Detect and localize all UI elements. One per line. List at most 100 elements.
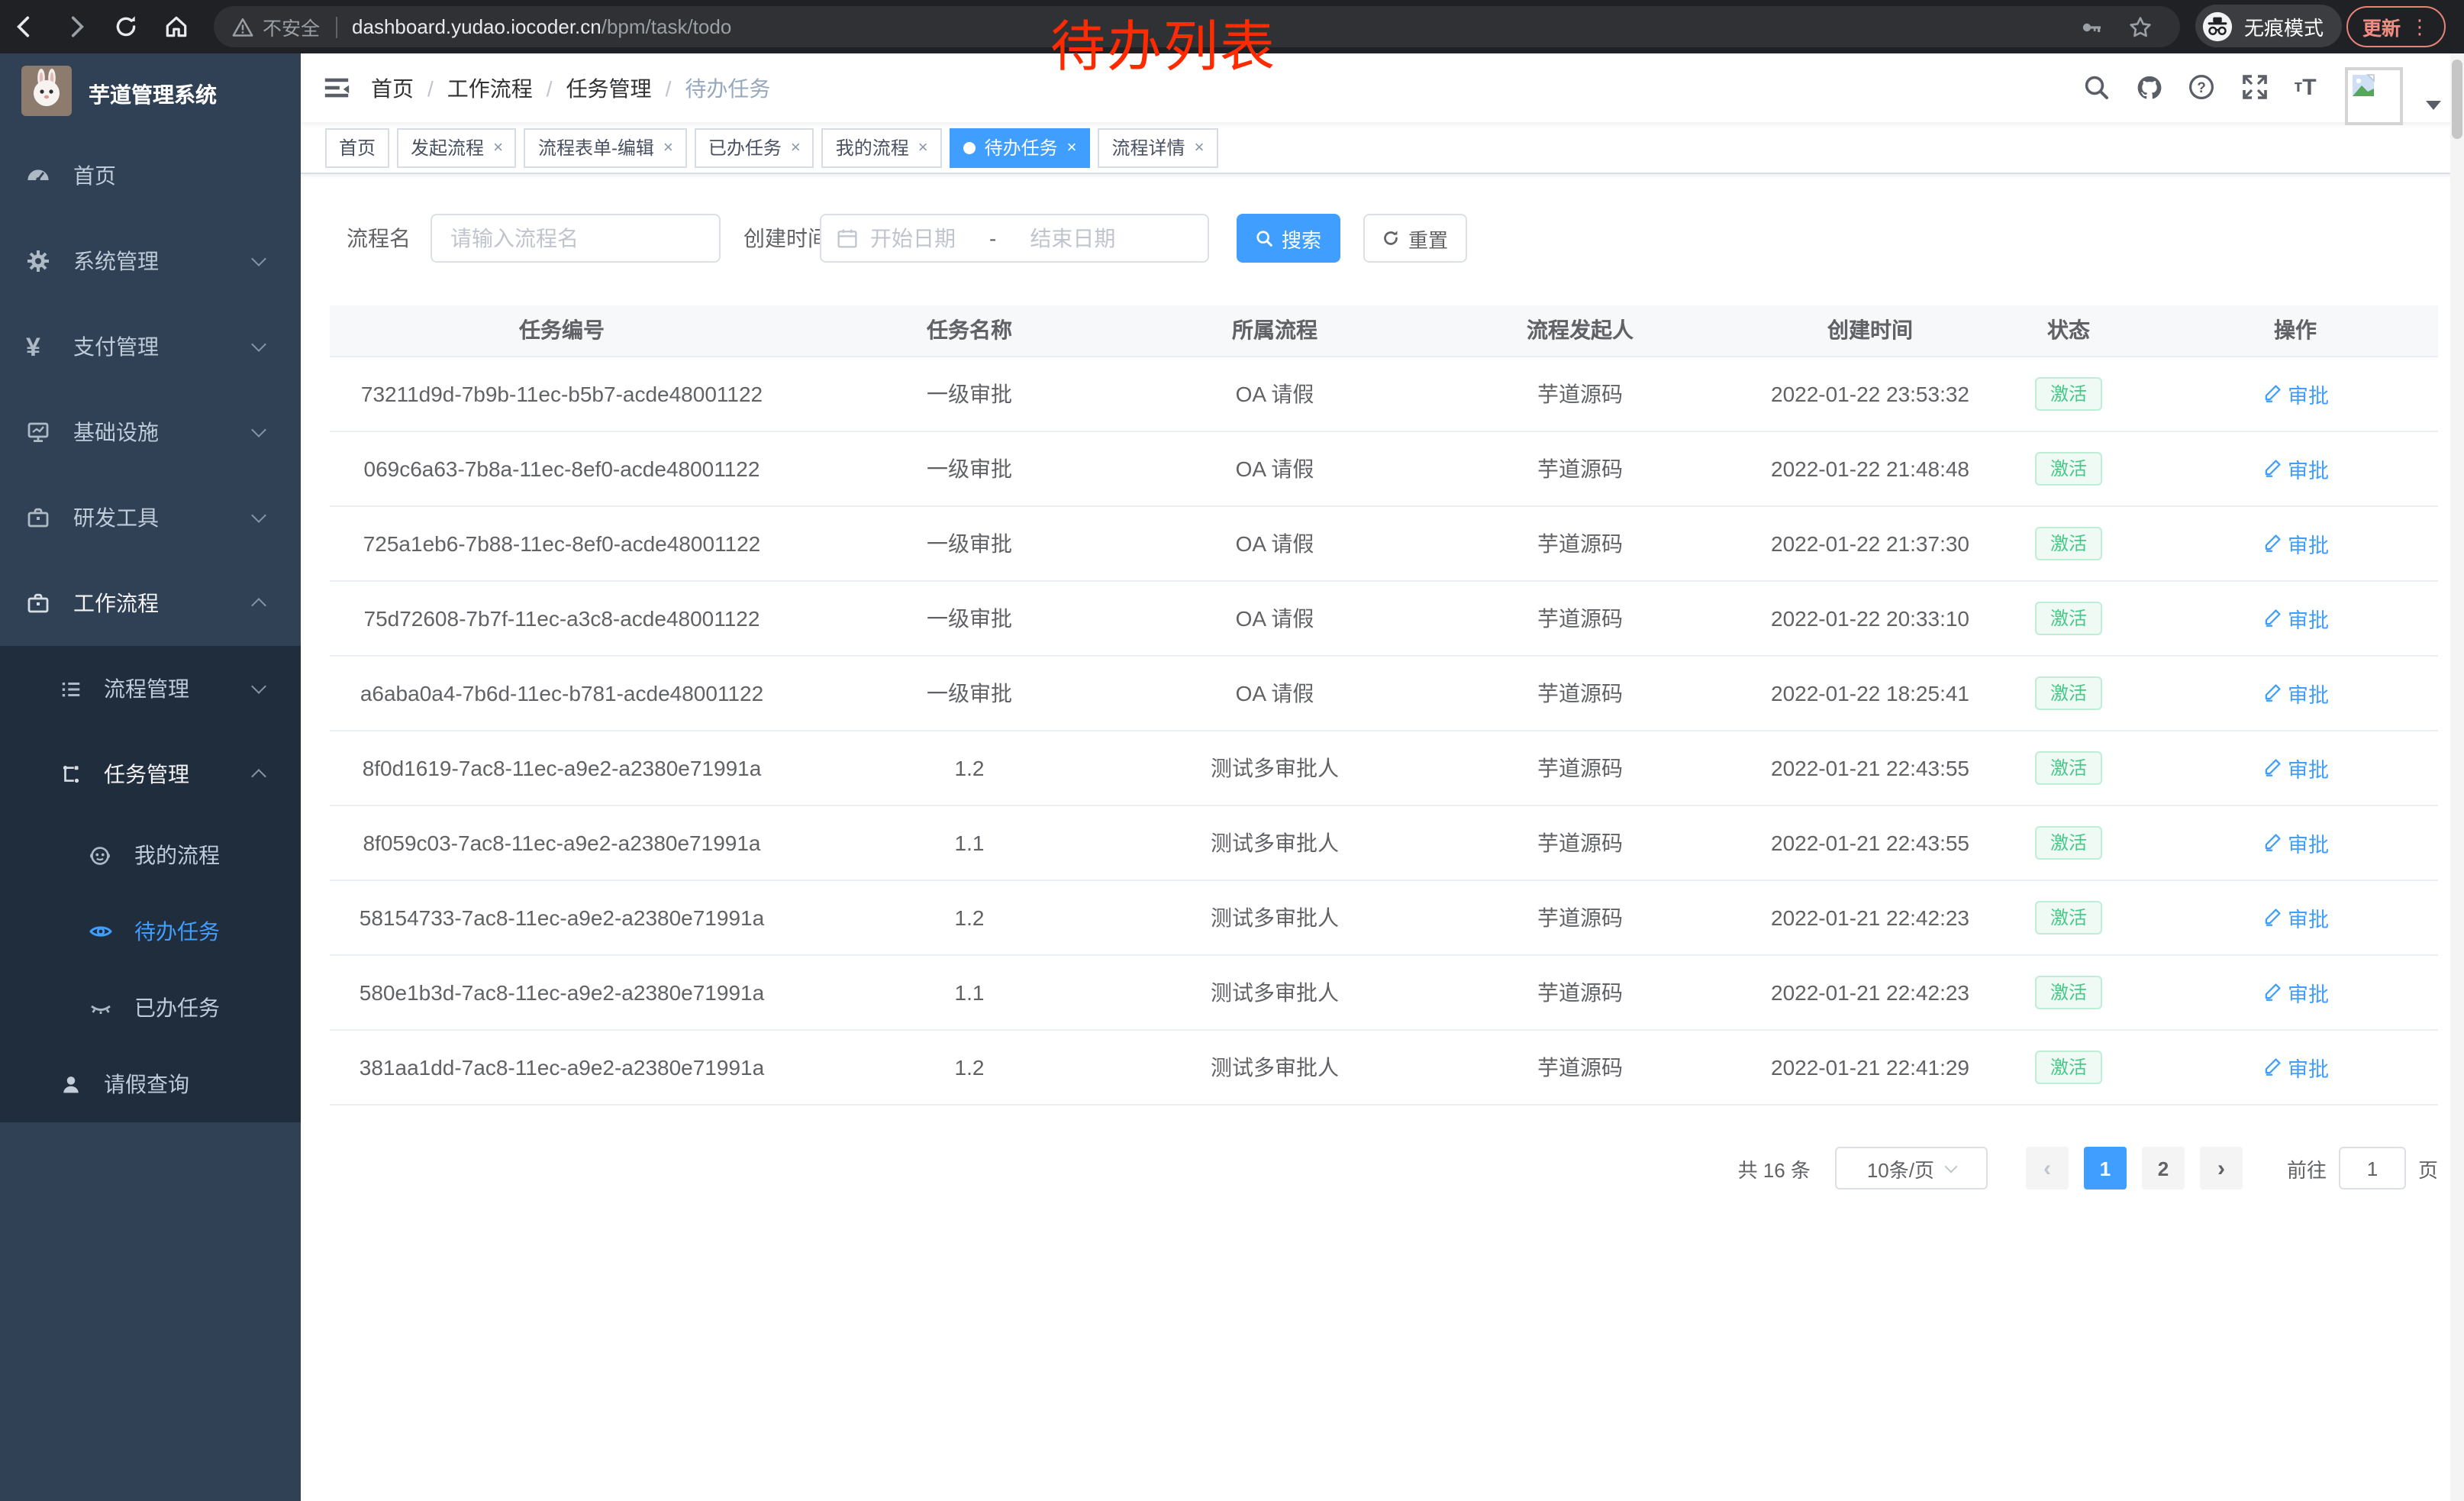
close-icon[interactable]: × (1067, 138, 1077, 157)
process-name-input[interactable] (432, 226, 719, 250)
approve-link[interactable]: 审批 (2262, 528, 2329, 558)
reload-icon[interactable] (107, 0, 144, 53)
app-title: 芋道管理系统 (89, 79, 217, 110)
goto-page-input[interactable] (2339, 1147, 2406, 1190)
cell-task-id: a6aba0a4-7b6d-11ec-b781-acde48001122 (330, 655, 794, 730)
logo-row[interactable]: 芋道管理系统 (0, 53, 301, 130)
cell-actions: 审批 (2153, 880, 2438, 954)
cell-starter: 芋道源码 (1405, 730, 1756, 805)
font-size-icon[interactable]: тT (2291, 73, 2319, 101)
tab-process-detail[interactable]: 流程详情× (1098, 128, 1218, 167)
close-icon[interactable]: × (493, 138, 503, 157)
cell-task-id: 75d72608-7b7f-11ec-a3c8-acde48001122 (330, 580, 794, 655)
approve-link[interactable]: 审批 (2262, 902, 2329, 932)
edit-icon (2262, 907, 2282, 927)
sidebar-item-todo-tasks[interactable]: 待办任务 (0, 893, 301, 970)
approve-link[interactable]: 审批 (2262, 602, 2329, 633)
kebab-icon[interactable]: ⋮ (2410, 17, 2430, 37)
sidebar-item-process-mgmt[interactable]: 流程管理 (0, 646, 301, 731)
next-page-button[interactable]: › (2200, 1147, 2243, 1190)
forward-icon[interactable] (58, 0, 95, 53)
approve-link[interactable]: 审批 (2262, 378, 2329, 408)
cell-process: 测试多审批人 (1145, 730, 1405, 805)
breadcrumb-home[interactable]: 首页 (371, 73, 414, 103)
tab-home[interactable]: 首页 (325, 128, 389, 167)
sidebar-item-my-process[interactable]: 我的流程 (0, 817, 301, 893)
sidebar-item-infra[interactable]: 基础设施 (0, 389, 301, 475)
table-row: a6aba0a4-7b6d-11ec-b781-acde48001122 一级审… (330, 655, 2438, 730)
process-name-label: 流程名 (347, 214, 411, 263)
cell-create-time: 2022-01-22 18:25:41 (1756, 655, 1985, 730)
hamburger-icon[interactable] (322, 73, 351, 110)
key-icon[interactable] (2079, 15, 2104, 39)
close-icon[interactable]: × (1195, 138, 1205, 157)
cell-task-name: 一级审批 (794, 655, 1145, 730)
tab-form-edit[interactable]: 流程表单-编辑× (524, 128, 687, 167)
cell-create-time: 2022-01-21 22:42:23 (1756, 954, 1985, 1029)
star-icon[interactable] (2128, 15, 2153, 39)
cell-actions: 审批 (2153, 505, 2438, 580)
monitor-icon (26, 420, 50, 444)
sidebar-item-done-tasks[interactable]: 已办任务 (0, 970, 301, 1046)
chevron-down-icon (251, 422, 266, 437)
back-icon[interactable] (5, 0, 41, 53)
tab-my-process[interactable]: 我的流程× (822, 128, 942, 167)
page-scrollbar[interactable] (2450, 53, 2464, 1501)
github-icon[interactable] (2136, 73, 2163, 101)
close-icon[interactable]: × (918, 138, 928, 157)
page-button-1[interactable]: 1 (2084, 1147, 2127, 1190)
approve-link[interactable]: 审批 (2262, 976, 2329, 1007)
eye-closed-icon (89, 996, 113, 1020)
cell-task-name: 一级审批 (794, 431, 1145, 505)
col-task-name: 任务名称 (794, 305, 1145, 356)
omnibox-divider (335, 16, 337, 37)
avatar-caret-icon[interactable] (2426, 101, 2441, 110)
sidebar-item-home[interactable]: 首页 (0, 133, 301, 218)
status-badge: 激活 (2035, 451, 2102, 485)
home-icon[interactable] (157, 0, 194, 53)
sidebar-item-payment[interactable]: ¥ 支付管理 (0, 304, 301, 389)
close-icon[interactable]: × (791, 138, 801, 157)
date-range-picker[interactable]: 开始日期 - 结束日期 (820, 214, 1209, 263)
prev-page-button[interactable]: ‹ (2026, 1147, 2069, 1190)
page-size-select[interactable]: 10条/页 (1835, 1147, 1988, 1190)
approve-link[interactable]: 审批 (2262, 677, 2329, 708)
approve-link[interactable]: 审批 (2262, 1051, 2329, 1082)
avatar[interactable] (2345, 67, 2403, 125)
breadcrumb-task-mgmt[interactable]: 任务管理 (566, 73, 652, 103)
sidebar-item-devtools[interactable]: 研发工具 (0, 475, 301, 560)
tree-icon (60, 763, 82, 786)
help-icon[interactable]: ? (2188, 73, 2215, 101)
cell-task-name: 一级审批 (794, 580, 1145, 655)
breadcrumb-workflow[interactable]: 工作流程 (447, 73, 533, 103)
cell-task-id: 73211d9d-7b9b-11ec-b5b7-acde48001122 (330, 356, 794, 431)
status-badge: 激活 (2035, 601, 2102, 634)
approve-link[interactable]: 审批 (2262, 827, 2329, 857)
cell-process: 测试多审批人 (1145, 880, 1405, 954)
close-icon[interactable]: × (663, 138, 673, 157)
tab-done-tasks[interactable]: 已办任务× (695, 128, 814, 167)
table-row: 069c6a63-7b8a-11ec-8ef0-acde48001122 一级审… (330, 431, 2438, 505)
tab-todo-tasks[interactable]: 待办任务× (950, 128, 1091, 167)
page-button-2[interactable]: 2 (2142, 1147, 2185, 1190)
sidebar-item-system[interactable]: 系统管理 (0, 218, 301, 304)
sidebar-item-leave-query[interactable]: 请假查询 (0, 1046, 301, 1122)
user-icon (60, 1073, 82, 1096)
search-icon[interactable] (2082, 73, 2110, 101)
sidebar-item-workflow[interactable]: 工作流程 (0, 560, 301, 646)
scrollbar-thumb[interactable] (2452, 60, 2462, 139)
chevron-down-icon (251, 679, 266, 694)
approve-link[interactable]: 审批 (2262, 453, 2329, 483)
search-button[interactable]: 搜索 (1237, 214, 1340, 263)
tab-start-process[interactable]: 发起流程× (397, 128, 517, 167)
approve-link[interactable]: 审批 (2262, 752, 2329, 783)
edit-icon (2262, 1057, 2282, 1077)
cell-process: OA 请假 (1145, 356, 1405, 431)
cell-create-time: 2022-01-21 22:43:55 (1756, 805, 1985, 880)
fullscreen-icon[interactable] (2241, 73, 2269, 101)
cell-starter: 芋道源码 (1405, 805, 1756, 880)
update-button[interactable]: 更新 ⋮ (2346, 6, 2446, 47)
sidebar: 芋道管理系统 首页 系统管理 ¥ 支付管理 基础设施 (0, 53, 301, 1501)
reset-button[interactable]: 重置 (1363, 214, 1467, 263)
sidebar-item-task-mgmt[interactable]: 任务管理 (0, 731, 301, 817)
